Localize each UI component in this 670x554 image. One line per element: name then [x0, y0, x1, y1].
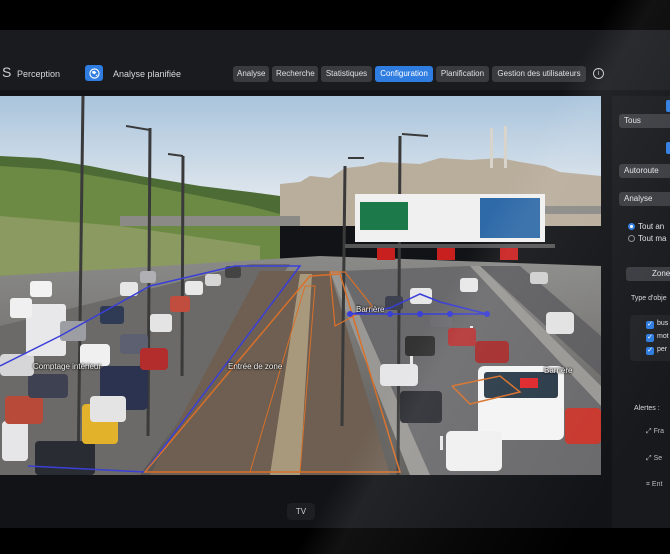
object-type-moto[interactable]: ✓ mot	[646, 333, 669, 342]
app-name: Perception	[17, 69, 61, 79]
settings-panel	[612, 96, 670, 528]
alert-item-direction[interactable]: ⤢ Se	[646, 455, 662, 463]
checkbox-checked-icon: ✓	[646, 347, 654, 355]
tab-planification[interactable]: Planification	[436, 66, 489, 82]
alerts-label: Alertes :	[634, 405, 660, 412]
tv-button[interactable]: TV	[287, 503, 315, 520]
tab-configuration[interactable]: Configuration	[375, 66, 433, 82]
tab-gestion-utilisateurs[interactable]: Gestion des utilisateurs	[492, 66, 586, 82]
object-type-bus[interactable]: ✓ bus	[646, 320, 668, 329]
tab-statistiques[interactable]: Statistiques	[321, 66, 372, 82]
brand-logo: S	[2, 64, 12, 80]
barrier-label-2: Barrière	[544, 366, 573, 375]
diagonal-arrow-icon: ⤢	[646, 455, 652, 462]
alert-item-crossing[interactable]: ⤢ Fra	[646, 428, 664, 436]
filter-select[interactable]: Tous	[619, 114, 670, 128]
zone-button[interactable]: Zone	[626, 267, 670, 281]
camera-view[interactable]: Comptage intérieur Entrée de zone Barriè…	[0, 96, 601, 475]
checkbox-checked-icon: ✓	[646, 321, 654, 329]
radio-all-other[interactable]: Tout ma	[628, 234, 666, 243]
radio-all-analysis[interactable]: Tout an	[628, 222, 664, 231]
road-type-select[interactable]: Autoroute	[619, 164, 670, 178]
tab-analyse[interactable]: Analyse	[233, 66, 269, 82]
analysis-select[interactable]: Analyse	[619, 192, 670, 206]
info-icon[interactable]: i	[593, 68, 604, 79]
counting-zone-label: Comptage intérieur	[33, 362, 102, 371]
panel-accent	[666, 100, 670, 112]
traffic-scene	[0, 96, 601, 475]
diagonal-arrow-icon: ⤢	[646, 428, 652, 435]
device-bezel-bottom	[0, 528, 670, 554]
alert-item-entry[interactable]: ⌗ Ent	[646, 481, 662, 489]
scheduled-analysis-label: Analyse planifiée	[113, 69, 182, 79]
panel-accent-2	[666, 142, 670, 154]
entrance-zone-label: Entrée de zone	[228, 362, 283, 371]
globe-button[interactable]	[85, 65, 103, 81]
radio-icon	[628, 235, 635, 242]
zone-entry-icon: ⌗	[646, 481, 650, 488]
object-type-label: Type d'obje	[631, 295, 667, 302]
device-bezel-top	[0, 0, 670, 30]
tab-recherche[interactable]: Recherche	[272, 66, 318, 82]
radio-selected-icon	[628, 223, 635, 230]
object-type-person[interactable]: ✓ per	[646, 346, 667, 355]
barrier-label-1: Barrière	[356, 305, 385, 314]
globe-icon	[88, 67, 100, 79]
checkbox-checked-icon: ✓	[646, 334, 654, 342]
